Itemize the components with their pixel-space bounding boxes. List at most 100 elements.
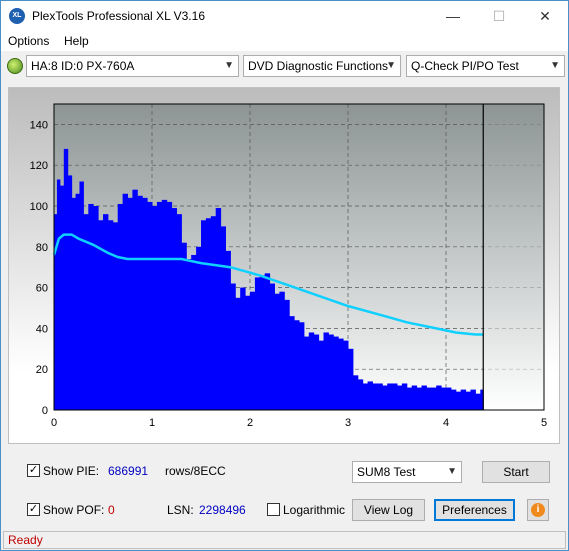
pie-bar (357, 379, 364, 410)
test-mode-select[interactable]: SUM8 Test ▼ (352, 461, 462, 483)
pie-bar (446, 387, 452, 410)
chart-panel: 0 20 40 60 80 100 120 140 0 1 2 3 4 5 (8, 87, 560, 444)
pie-bar (289, 316, 295, 410)
pie-bar (245, 295, 251, 410)
pie-bar (431, 387, 437, 410)
pie-bar (455, 391, 462, 410)
x-tick-label: 5 (541, 417, 547, 429)
pie-bar (220, 226, 226, 410)
pie-bar (338, 338, 344, 410)
pie-bar (147, 201, 153, 410)
test-mode-value: SUM8 Test (357, 465, 416, 479)
logarithmic-label: Logarithmic (283, 503, 346, 517)
app-logo-icon: XL (9, 8, 25, 24)
pie-bar (107, 220, 114, 410)
pie-bar (294, 320, 300, 410)
pie-bar (122, 193, 128, 410)
show-pie-label: Show PIE: (43, 464, 100, 478)
pie-bar (240, 287, 246, 410)
pie-bar (230, 283, 236, 410)
x-tick-label: 2 (247, 417, 253, 429)
pie-bar (352, 375, 359, 410)
drive-select-value: HA:8 ID:0 PX-760A (31, 59, 135, 73)
pie-bar (196, 246, 202, 410)
chevron-down-icon: ▼ (386, 60, 396, 71)
show-pof-checkbox[interactable]: ✓ (27, 503, 40, 516)
status-bar: Ready (3, 531, 566, 549)
pie-bar (436, 385, 442, 410)
y-tick-label: 120 (30, 160, 48, 172)
view-log-button[interactable]: View Log (352, 499, 425, 521)
pie-bar (235, 297, 241, 410)
pie-bar (75, 193, 80, 410)
pie-bar (333, 336, 339, 410)
x-tick-label: 1 (149, 417, 155, 429)
pie-bar (470, 389, 476, 410)
pie-unit: rows/8ECC (165, 464, 226, 478)
pie-bar (318, 340, 324, 410)
pie-bar (71, 197, 77, 410)
pie-bar (367, 381, 373, 410)
pie-bar (67, 175, 73, 410)
pie-bar (411, 385, 418, 410)
y-tick-label: 80 (36, 242, 48, 254)
minimize-button[interactable]: — (430, 1, 476, 31)
function-select[interactable]: DVD Diagnostic Functions ▼ (243, 55, 401, 77)
pie-bar (313, 334, 320, 410)
toolbar: HA:8 ID:0 PX-760A ▼ DVD Diagnostic Funct… (1, 53, 568, 79)
x-tick-label: 4 (443, 417, 449, 429)
pie-bar (274, 293, 280, 410)
pie-bar (201, 220, 207, 410)
pie-bar (323, 332, 329, 410)
pie-value: 686991 (108, 464, 149, 478)
pie-bar (269, 283, 275, 410)
pie-bar (299, 322, 305, 410)
pie-bar (460, 389, 467, 410)
pie-bar (59, 185, 65, 410)
pie-bar (156, 201, 163, 410)
pie-bar (191, 254, 197, 410)
drive-select[interactable]: HA:8 ID:0 PX-760A ▼ (26, 55, 239, 77)
pi-po-chart: 0 20 40 60 80 100 120 140 0 1 2 3 4 5 (30, 103, 547, 429)
status-text: Ready (8, 533, 43, 547)
x-tick-label: 3 (345, 417, 351, 429)
pie-bar (328, 334, 334, 410)
pie-bar (250, 291, 256, 410)
title-bar: XL PlexTools Professional XL V3.16 — ☐ ✕ (1, 1, 568, 31)
start-button[interactable]: Start (482, 461, 550, 483)
pie-bar (348, 348, 354, 410)
x-tick-label: 0 (51, 417, 57, 429)
y-tick-label: 20 (36, 364, 48, 376)
info-button[interactable]: i (527, 499, 549, 521)
menu-help[interactable]: Help (64, 34, 89, 48)
chevron-down-icon: ▼ (447, 466, 457, 477)
close-button[interactable]: ✕ (522, 1, 568, 31)
pie-bar (387, 383, 393, 410)
pie-bar (303, 336, 310, 410)
function-select-value: DVD Diagnostic Functions (248, 59, 389, 73)
lsn-value: 2298496 (199, 503, 246, 517)
pie-bar (56, 179, 61, 410)
chevron-down-icon: ▼ (224, 60, 234, 71)
logarithmic-checkbox[interactable] (267, 503, 280, 516)
pie-bar (117, 203, 124, 410)
pie-bar (308, 332, 315, 410)
pie-bar (181, 242, 187, 410)
pie-bar (137, 195, 143, 410)
pie-bar (475, 393, 481, 410)
pie-bar (382, 385, 388, 410)
preferences-button[interactable]: Preferences (434, 499, 515, 521)
y-tick-label: 0 (42, 405, 48, 417)
test-select[interactable]: Q-Check PI/PO Test ▼ (406, 55, 565, 77)
pie-bar (377, 383, 383, 410)
maximize-button[interactable]: ☐ (476, 1, 522, 31)
controls-panel: ✓ Show PIE: 686991 rows/8ECC SUM8 Test ▼… (1, 449, 568, 529)
menu-options[interactable]: Options (8, 34, 49, 48)
show-pie-checkbox[interactable]: ✓ (27, 464, 40, 477)
lsn-label: LSN: (167, 503, 194, 517)
pie-bar (142, 197, 148, 410)
pie-bar (416, 387, 422, 410)
pie-bar (132, 189, 138, 410)
pie-bar (284, 299, 290, 410)
window-title: PlexTools Professional XL V3.16 (32, 9, 205, 23)
